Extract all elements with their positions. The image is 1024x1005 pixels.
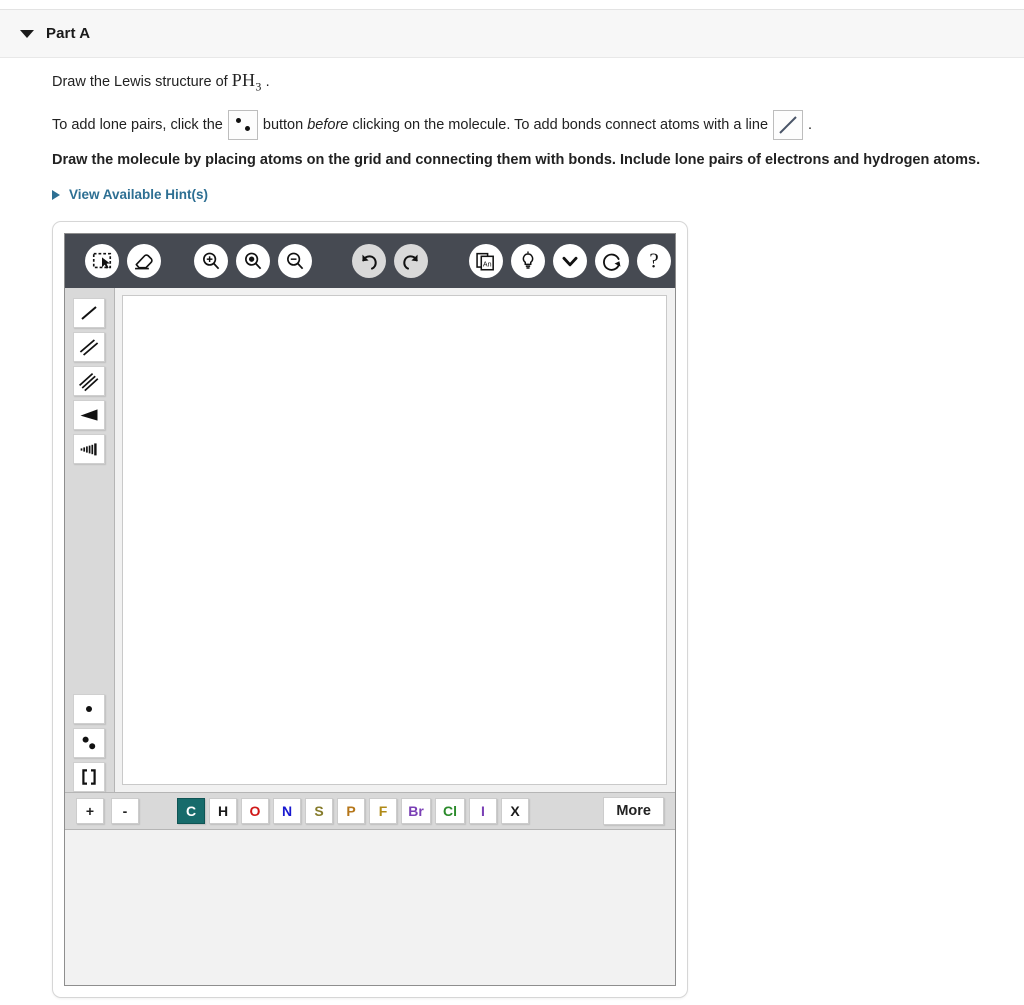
lone-pair-dot-1 [235,118,241,123]
magnifier-dot-icon[interactable] [235,244,270,278]
prompt-line-1: Draw the Lewis structure of PH3 . [52,70,270,95]
svg-text:?: ? [649,249,658,273]
eraser-glyph [135,253,153,269]
element-palette: + - C H O N S P F Br Cl I X More [65,792,675,830]
lightbulb-glyph [522,251,534,269]
lightbulb-icon[interactable] [510,244,545,278]
prompt-line-3: Draw the molecule by placing atoms on th… [52,152,981,168]
marquee-select-glyph [92,252,111,269]
prompt-line-1-period: . [261,74,270,90]
magnifier-minus-glyph [287,252,304,270]
lone-pair-tool[interactable] [73,728,105,758]
brackets-tool[interactable] [73,762,105,792]
single-bond-icon[interactable] [773,110,804,140]
caret-down-icon[interactable] [20,29,34,38]
prompt-line-2b: button [262,117,304,133]
wedge-bond-icon [80,409,98,421]
lone-pair-dot-2 [244,126,250,131]
element-button-Cl[interactable]: Cl [435,798,465,824]
brackets-icon [82,769,96,785]
element-button-I[interactable]: I [469,798,497,824]
editor-toolbar: An ? [65,234,675,288]
prompt-line-2: To add lone pairs, click the button befo… [52,110,812,140]
single-bond-tool[interactable] [73,298,105,328]
undo-arrow-icon[interactable] [352,244,387,278]
radical-dot-tool[interactable] [73,694,105,724]
element-button-X[interactable]: X [501,798,529,824]
lone-pair-icon [82,736,96,750]
magnifier-plus-icon[interactable] [193,244,228,278]
redo-arrow-icon[interactable] [394,244,429,278]
increase-charge-button[interactable]: + [76,798,104,824]
element-button-H[interactable]: H [209,798,237,824]
prompt-line-1-text: Draw the Lewis structure of [52,74,232,90]
lone-pair-icon[interactable] [227,110,258,140]
chevron-down-glyph [562,256,578,267]
editor-inner-frame: An ? + - C H O N S P F Br Cl I X More [64,233,676,986]
editor-status-panel [65,830,675,985]
formula-element: PH [231,70,256,90]
refresh-circle-icon[interactable] [594,244,629,278]
question-mark-icon[interactable]: ? [636,244,671,278]
element-button-N[interactable]: N [273,798,301,824]
hash-bond-icon [80,443,97,456]
magnifier-dot-glyph [245,252,262,270]
prompt-line-2e: . [808,117,813,133]
marquee-select-icon[interactable] [84,244,119,278]
hash-bond-tool[interactable] [73,434,105,464]
svg-text:An: An [483,260,492,268]
element-button-Br[interactable]: Br [401,798,431,824]
single-bond-icon [81,306,97,320]
element-button-S[interactable]: S [305,798,333,824]
double-bond-icon [79,339,99,356]
chevron-down-icon[interactable] [552,244,587,278]
page-title: Part A [46,25,91,42]
prompt-line-2d: clicking on the molecule. To add bonds c… [352,117,769,133]
triple-bond-tool[interactable] [73,366,105,396]
wedge-bond-tool[interactable] [73,400,105,430]
element-button-P[interactable]: P [337,798,365,824]
question-mark-glyph: ? [649,249,658,273]
single-bond-glyph [779,116,797,134]
caret-right-icon [52,189,60,200]
copy-page-an-icon[interactable]: An [468,244,503,278]
copy-page-glyph: An [476,252,495,271]
drawing-canvas[interactable] [122,295,667,785]
eraser-icon[interactable] [126,244,161,278]
view-hints-link[interactable]: View Available Hint(s) [52,187,208,202]
chemical-formula: PH3 [231,70,262,94]
prompt-line-2a: To add lone pairs, click the [52,117,223,133]
more-elements-button[interactable]: More [603,797,664,825]
decrease-charge-button[interactable]: - [111,798,139,824]
view-hints-label: View Available Hint(s) [69,187,209,202]
element-button-C[interactable]: C [177,798,205,824]
redo-glyph [403,254,419,270]
undo-glyph [362,254,378,270]
element-button-F[interactable]: F [369,798,397,824]
triple-bond-icon [79,372,99,392]
refresh-glyph [603,253,621,271]
magnifier-minus-icon[interactable] [277,244,312,278]
single-electron-icon [86,706,92,712]
element-button-O[interactable]: O [241,798,269,824]
part-header: Part A [0,10,1024,58]
prompt-line-2c: before [307,117,349,133]
molecule-drawing-editor: An ? + - C H O N S P F Br Cl I X More [52,221,688,998]
double-bond-tool[interactable] [73,332,105,362]
magnifier-plus-glyph [203,252,220,270]
